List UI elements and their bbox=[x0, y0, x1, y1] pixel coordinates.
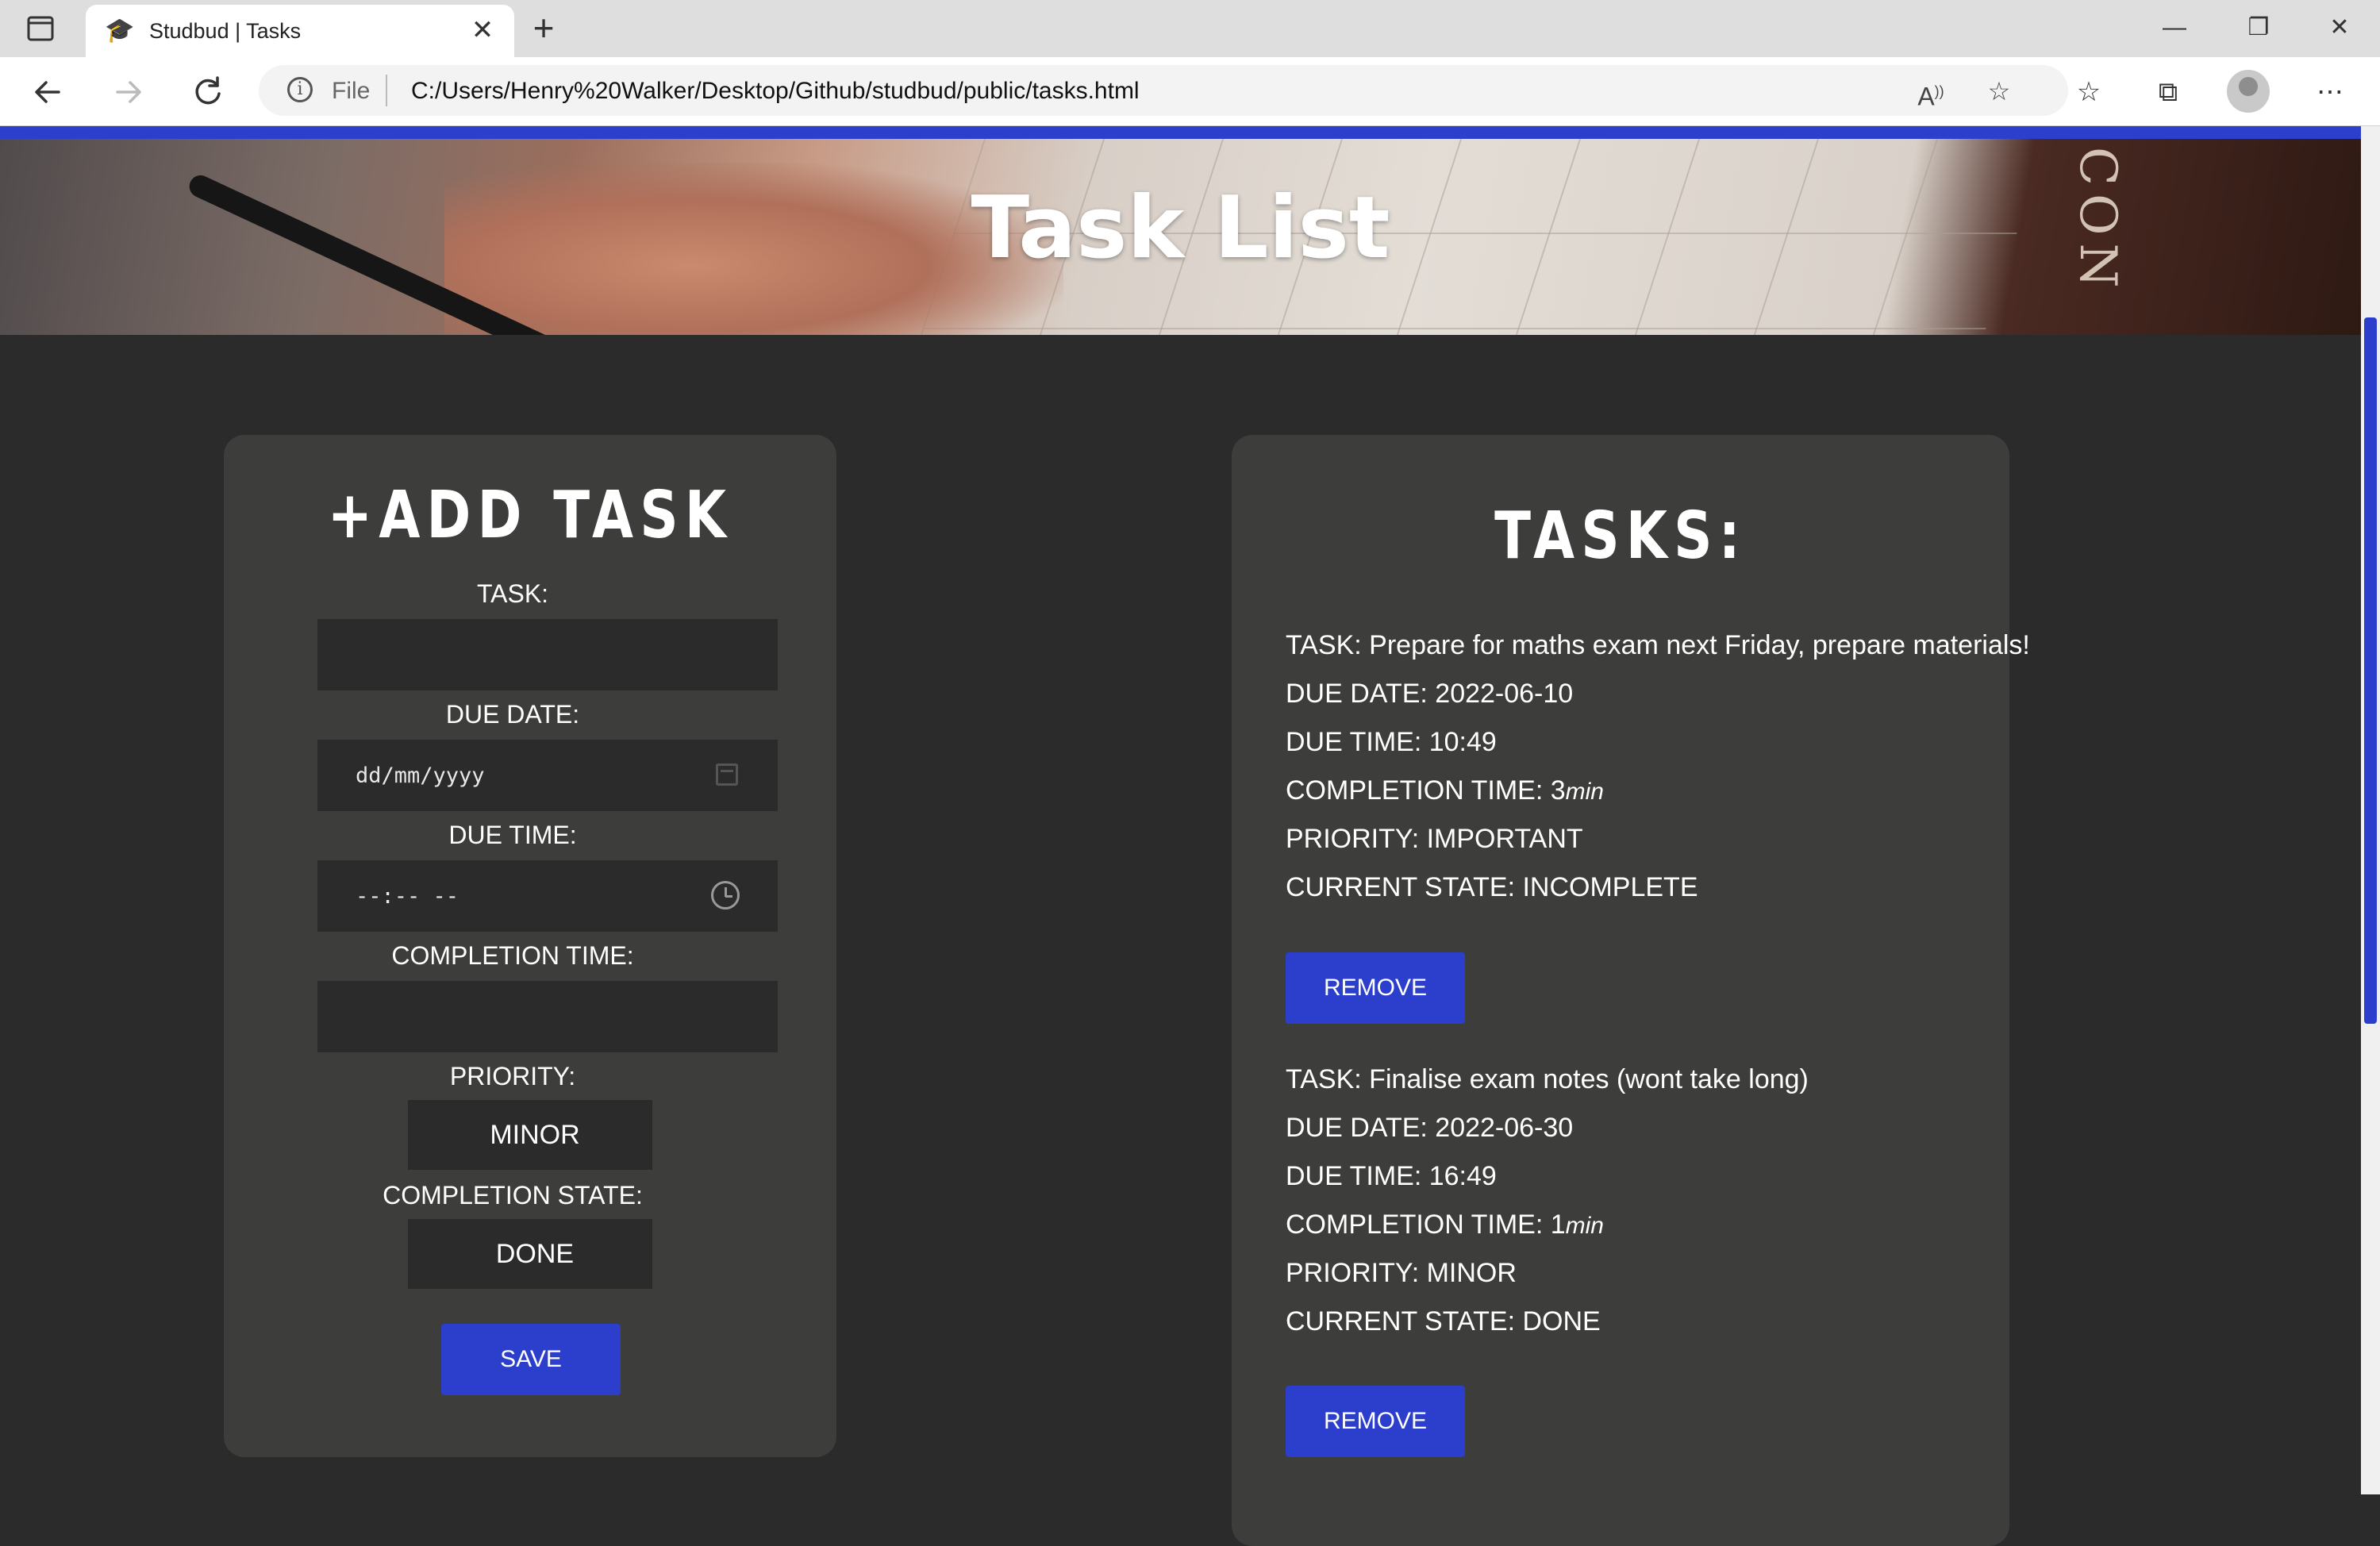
task-due-date: DUE DATE: 2022-06-30 bbox=[1286, 1113, 1574, 1143]
url-input[interactable]: C:/Users/Henry%20Walker/Desktop/Github/s… bbox=[411, 78, 1140, 105]
site-top-strip bbox=[0, 126, 2361, 139]
due-date-label: DUE DATE: bbox=[445, 700, 580, 729]
graduation-cap-icon: 🎓 bbox=[105, 17, 135, 44]
address-bar-row: i File C:/Users/Henry%20Walker/Desktop/G… bbox=[0, 57, 2380, 126]
tab-actions-icon[interactable] bbox=[24, 13, 59, 44]
completion-time-input[interactable] bbox=[317, 981, 778, 1052]
favorites-icon[interactable]: ☆ bbox=[2067, 70, 2111, 114]
task-completion-time: COMPLETION TIME: 1min bbox=[1286, 1209, 1604, 1240]
task-state: CURRENT STATE: DONE bbox=[1286, 1306, 1601, 1336]
browser-tab[interactable]: 🎓 Studbud | Tasks ✕ bbox=[86, 5, 514, 57]
close-window-icon[interactable]: ✕ bbox=[2308, 8, 2371, 48]
task-completion-time: COMPLETION TIME: 3min bbox=[1286, 775, 1604, 806]
completion-unit: min bbox=[1565, 1213, 1604, 1239]
task-description: TASK: Finalise exam notes (wont take lon… bbox=[1286, 1064, 1809, 1094]
completion-time-label: COMPLETION TIME: bbox=[391, 941, 634, 970]
url-box[interactable]: i File C:/Users/Henry%20Walker/Desktop/G… bbox=[259, 65, 2068, 116]
due-time-label: DUE TIME: bbox=[448, 821, 577, 849]
tasks-card: TASKS: TASK: Prepare for maths exam next… bbox=[1232, 435, 2030, 1546]
more-icon[interactable]: ⋯ bbox=[2308, 70, 2352, 114]
calendar-icon[interactable] bbox=[716, 763, 738, 786]
tab-title: Studbud | Tasks bbox=[149, 19, 302, 43]
due-time-placeholder: --:-- -- bbox=[356, 884, 459, 909]
completion-state-select[interactable]: DONE bbox=[408, 1219, 652, 1289]
due-time-input[interactable]: --:-- -- bbox=[317, 860, 778, 932]
info-icon[interactable]: i bbox=[287, 77, 313, 102]
minimize-icon[interactable]: — bbox=[2143, 8, 2206, 48]
browser-tab-bar: 🎓 Studbud | Tasks ✕ + — ❐ ✕ bbox=[0, 0, 2380, 57]
remove-button[interactable]: REMOVE bbox=[1286, 1386, 1465, 1457]
priority-label: PRIORITY: bbox=[449, 1062, 576, 1090]
add-favorite-icon[interactable]: ☆ bbox=[1981, 73, 2017, 110]
task-priority: PRIORITY: MINOR bbox=[1286, 1258, 1517, 1288]
task-due-time: DUE TIME: 16:49 bbox=[1286, 1161, 1497, 1191]
save-button[interactable]: SAVE bbox=[441, 1324, 621, 1395]
task-priority: PRIORITY: IMPORTANT bbox=[1286, 824, 1583, 854]
read-aloud-icon[interactable]: A)) bbox=[1913, 73, 1949, 111]
forward-arrow-icon[interactable] bbox=[106, 70, 151, 114]
task-state: CURRENT STATE: INCOMPLETE bbox=[1286, 872, 1698, 902]
task-label: TASK: bbox=[476, 579, 549, 608]
task-due-date: DUE DATE: 2022-06-10 bbox=[1286, 679, 1574, 709]
new-tab-button[interactable]: + bbox=[524, 8, 563, 48]
reload-icon[interactable] bbox=[186, 70, 230, 114]
page-title: Task List bbox=[971, 179, 1390, 278]
add-task-card: +ADD TASK TASK: DUE DATE: dd/mm/yyyy DUE… bbox=[224, 435, 836, 1457]
url-separator bbox=[386, 75, 387, 106]
due-date-input[interactable]: dd/mm/yyyy bbox=[317, 740, 778, 811]
completion-unit: min bbox=[1565, 779, 1604, 805]
url-scheme: File bbox=[332, 78, 371, 104]
restore-icon[interactable]: ❐ bbox=[2227, 8, 2290, 48]
due-date-placeholder: dd/mm/yyyy bbox=[356, 763, 485, 788]
priority-select[interactable]: MINOR bbox=[408, 1100, 652, 1170]
scrollbar-thumb[interactable] bbox=[2364, 317, 2377, 1024]
back-arrow-icon[interactable] bbox=[27, 70, 71, 114]
tasks-heading: TASKS: bbox=[1494, 498, 1747, 574]
profile-avatar[interactable] bbox=[2227, 70, 2270, 113]
close-tab-icon[interactable]: ✕ bbox=[467, 14, 498, 46]
completion-state-label: COMPLETION STATE: bbox=[383, 1181, 643, 1209]
task-due-time: DUE TIME: 10:49 bbox=[1286, 727, 1497, 757]
add-task-heading: +ADD TASK bbox=[327, 478, 733, 553]
task-description: TASK: Prepare for maths exam next Friday… bbox=[1286, 630, 2030, 660]
task-input[interactable] bbox=[317, 619, 778, 690]
hero-banner: CON Task List bbox=[0, 139, 2361, 335]
clock-icon[interactable] bbox=[711, 881, 740, 910]
collections-icon[interactable]: ⧉ bbox=[2146, 70, 2190, 114]
remove-button[interactable]: REMOVE bbox=[1286, 952, 1465, 1024]
